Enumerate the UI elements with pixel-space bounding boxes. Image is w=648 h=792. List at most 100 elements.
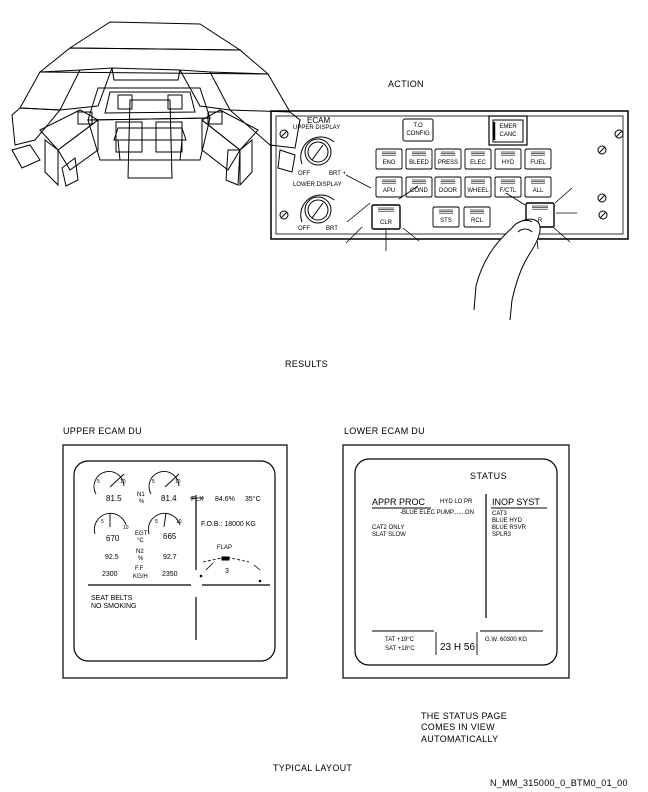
key-cond-label: COND — [410, 188, 428, 194]
n1-right-value: 81.4 — [161, 494, 177, 503]
to-config-button[interactable]: T.O CONFIG — [403, 119, 433, 141]
emer-canc-button[interactable]: EMER CANC — [493, 120, 523, 142]
caption-status-note-3: AUTOMATICALLY — [421, 734, 499, 744]
flap-position: 3 — [225, 568, 229, 575]
label-lower-display: LOWER DISPLAY — [293, 182, 342, 188]
key-fuel-label: FUEL — [530, 160, 546, 166]
fob-readout: F.O.B.: 18000 KG — [201, 521, 256, 528]
to-config-label-1: T.O — [413, 123, 423, 129]
key-apu-label: APU — [382, 188, 396, 194]
caption-status-note-1: THE STATUS PAGE — [421, 711, 508, 721]
hyd-lo-pr-item: HYD LO PR — [440, 499, 473, 505]
key-elec-label: ELEC — [470, 160, 486, 166]
label-lower-brt: BRT — [326, 226, 338, 232]
key-wheel-label: WHEEL — [467, 188, 489, 194]
key-bleed-label: BLEED — [409, 160, 429, 166]
caption-results: RESULTS — [285, 359, 328, 369]
label-upper-brt-plus: BRT + — [329, 171, 346, 177]
figure-reference: N_MM_315000_0_BTM0_01_00 — [490, 778, 628, 788]
key-all-button[interactable]: ALL — [525, 177, 551, 197]
inop-item-blue-rsvr: BLUE RSVR — [492, 525, 527, 531]
egt-label: EGT — [135, 531, 148, 537]
key-sts-label: STS — [440, 218, 452, 224]
key-rcl-button[interactable]: RCL — [464, 207, 490, 227]
egt-unit: °C — [137, 538, 144, 544]
key-press-button[interactable]: PRESS — [435, 149, 461, 169]
key-eng-label: ENG — [382, 160, 396, 166]
inop-item-blue-hyd: BLUE HYD — [492, 518, 523, 524]
utc-time: 23 H 56 — [440, 642, 476, 653]
key-elec-button[interactable]: ELEC — [465, 149, 491, 169]
n2-label: N2 — [136, 549, 144, 555]
to-config-label-2: CONFIG — [406, 131, 430, 137]
ff-left-value: 2300 — [102, 571, 118, 578]
egt-left-scale-10: 10 — [123, 525, 129, 531]
memo-no-smoking: NO SMOKING — [91, 603, 137, 610]
inop-syst-heading: INOP SYST — [492, 497, 540, 507]
key-hyd-label: HYD — [501, 160, 515, 166]
n1-label: N1 — [137, 492, 145, 498]
inop-item-cat3: CAT3 — [492, 511, 507, 517]
ff-label: F.F — [135, 566, 144, 572]
caption-lower-ecam-du: LOWER ECAM DU — [344, 426, 425, 436]
key-r-button[interactable]: R — [526, 203, 554, 227]
egt-right-value: 665 — [163, 532, 177, 541]
n2-unit: % — [138, 556, 144, 562]
egt-right-scale-5: 5 — [155, 519, 158, 525]
key-cond-button[interactable]: COND — [406, 177, 432, 197]
egt-left-value: 670 — [106, 534, 120, 543]
ff-right-value: 2350 — [162, 571, 178, 578]
n1-unit: % — [139, 499, 145, 505]
key-rcl-label: RCL — [470, 218, 483, 224]
key-f-ctl-label: F/CTL — [499, 188, 517, 194]
key-clr-label: CLR — [379, 220, 392, 226]
flx-label: FLX — [191, 496, 204, 503]
key-all-label: ALL — [532, 188, 544, 194]
key-press-label: PRESS — [437, 160, 459, 166]
key-apu-button[interactable]: APU — [376, 177, 402, 197]
n2-left-value: 92.5 — [105, 554, 119, 561]
egt-left-scale-5: 5 — [101, 519, 104, 525]
flx-temperature: 35°C — [245, 496, 261, 503]
status-page-title: STATUS — [470, 471, 508, 481]
emer-canc-label-2: CANC — [499, 132, 517, 138]
label-upper-off: OFF — [298, 171, 310, 177]
caption-upper-ecam-du: UPPER ECAM DU — [63, 426, 142, 436]
sat-readout: SAT +18°C — [385, 646, 415, 652]
label-upper-display: UPPER DISPLAY — [293, 125, 341, 131]
key-r-label: R — [537, 218, 543, 224]
caption-action: ACTION — [388, 79, 424, 89]
flx-value: 84.6% — [215, 496, 235, 503]
key-door-label: DOOR — [439, 188, 457, 194]
n2-right-value: 92.7 — [163, 554, 177, 561]
upper-display-knob[interactable] — [296, 139, 340, 165]
inop-item-splr3: SPLR3 — [492, 532, 512, 538]
key-clr-button[interactable]: CLR — [372, 205, 400, 229]
caption-typical-layout: TYPICAL LAYOUT — [273, 763, 353, 773]
blue-elec-pump-item: -BLUE ELEC PUMP.......ON — [400, 510, 474, 516]
key-f-ctl-button[interactable]: F/CTL — [495, 177, 521, 197]
key-bleed-button[interactable]: BLEED — [406, 149, 432, 169]
appr-proc-heading: APPR PROC — [372, 497, 426, 507]
cockpit-illustration — [11, 21, 301, 187]
panel-title-ecam: ECAM — [307, 116, 331, 125]
egt-right-scale-10: 10 — [176, 519, 182, 525]
ff-unit: KG/H — [133, 574, 148, 580]
key-sts-button[interactable]: STS — [433, 207, 459, 227]
tat-readout: TAT +19°C — [385, 637, 414, 643]
label-lower-off: OFF — [298, 226, 310, 232]
n1-right-scale-10: 10 — [175, 479, 181, 485]
key-door-button[interactable]: DOOR — [435, 177, 461, 197]
caption-status-note-2: COMES IN VIEW — [421, 722, 495, 732]
n1-right-scale-5: 5 — [152, 479, 155, 485]
gross-weight-readout: G.W. 60300 KG — [485, 637, 528, 643]
key-fuel-button[interactable]: FUEL — [525, 149, 551, 169]
key-eng-button[interactable]: ENG — [376, 149, 402, 169]
n1-left-scale-10: 10 — [120, 479, 126, 485]
flap-label: FLAP — [217, 545, 233, 551]
key-hyd-button[interactable]: HYD — [495, 149, 521, 169]
key-wheel-button[interactable]: WHEEL — [465, 177, 491, 197]
slat-slow-item: SLAT SLOW — [372, 532, 406, 538]
lower-display-knob[interactable] — [296, 197, 340, 223]
cat2-only-item: CAT2 ONLY — [372, 525, 405, 531]
